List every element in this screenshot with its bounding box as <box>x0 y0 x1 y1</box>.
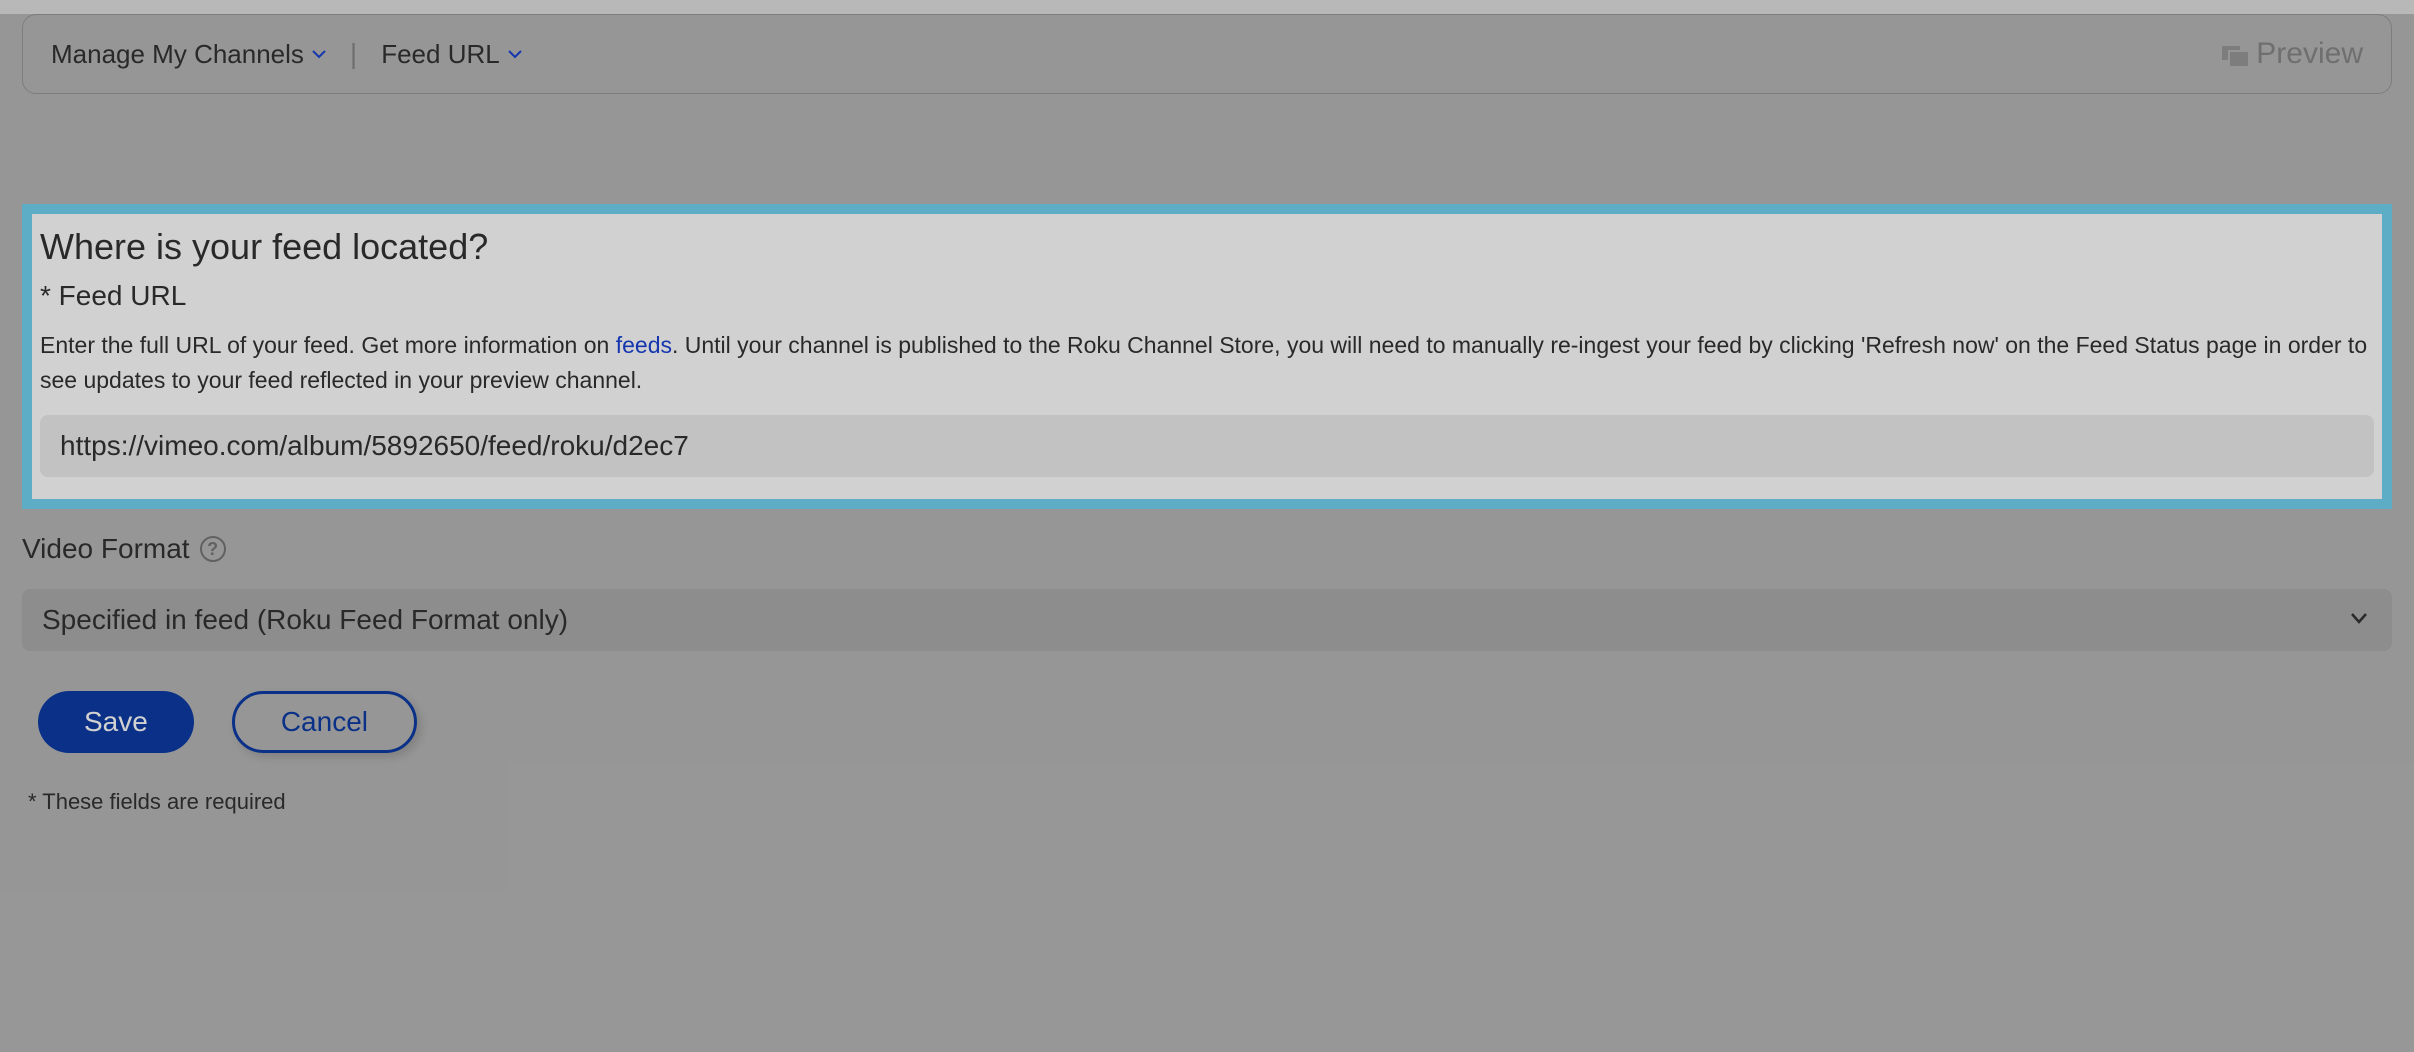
required-note: * These fields are required <box>22 789 2392 815</box>
feeds-link[interactable]: feeds <box>616 332 672 358</box>
description-pre: Enter the full URL of your feed. Get mor… <box>40 332 616 358</box>
breadcrumb-feed-url[interactable]: Feed URL <box>381 39 522 70</box>
preview-icon <box>2222 44 2246 64</box>
feed-url-section: Where is your feed located? * Feed URL E… <box>22 204 2392 509</box>
chevron-down-icon <box>312 47 326 61</box>
breadcrumb-label: Feed URL <box>381 39 500 70</box>
feed-url-label: * Feed URL <box>40 280 2374 312</box>
breadcrumb-label: Manage My Channels <box>51 39 304 70</box>
chevron-down-icon <box>508 47 522 61</box>
section-heading: Where is your feed located? <box>40 226 2374 268</box>
video-format-label: Video Format <box>22 533 190 565</box>
breadcrumb-manage-channels[interactable]: Manage My Channels <box>51 39 326 70</box>
video-format-section: Video Format ? Specified in feed (Roku F… <box>22 533 2392 651</box>
help-icon[interactable]: ? <box>200 536 226 562</box>
breadcrumb-left: Manage My Channels | Feed URL <box>51 38 522 70</box>
breadcrumb-bar: Manage My Channels | Feed URL Preview <box>22 14 2392 94</box>
preview-label: Preview <box>2256 37 2363 71</box>
select-value: Specified in feed (Roku Feed Format only… <box>42 604 568 636</box>
video-format-select[interactable]: Specified in feed (Roku Feed Format only… <box>22 589 2392 651</box>
video-format-label-row: Video Format ? <box>22 533 2392 565</box>
feed-url-description: Enter the full URL of your feed. Get mor… <box>40 328 2374 397</box>
save-button[interactable]: Save <box>38 691 194 753</box>
cancel-button[interactable]: Cancel <box>232 691 417 753</box>
breadcrumb-divider: | <box>350 38 357 70</box>
feed-url-input[interactable] <box>40 415 2374 477</box>
video-format-select-wrapper: Specified in feed (Roku Feed Format only… <box>22 589 2392 651</box>
button-row: Save Cancel <box>22 691 2392 753</box>
preview-button[interactable]: Preview <box>2222 37 2363 71</box>
